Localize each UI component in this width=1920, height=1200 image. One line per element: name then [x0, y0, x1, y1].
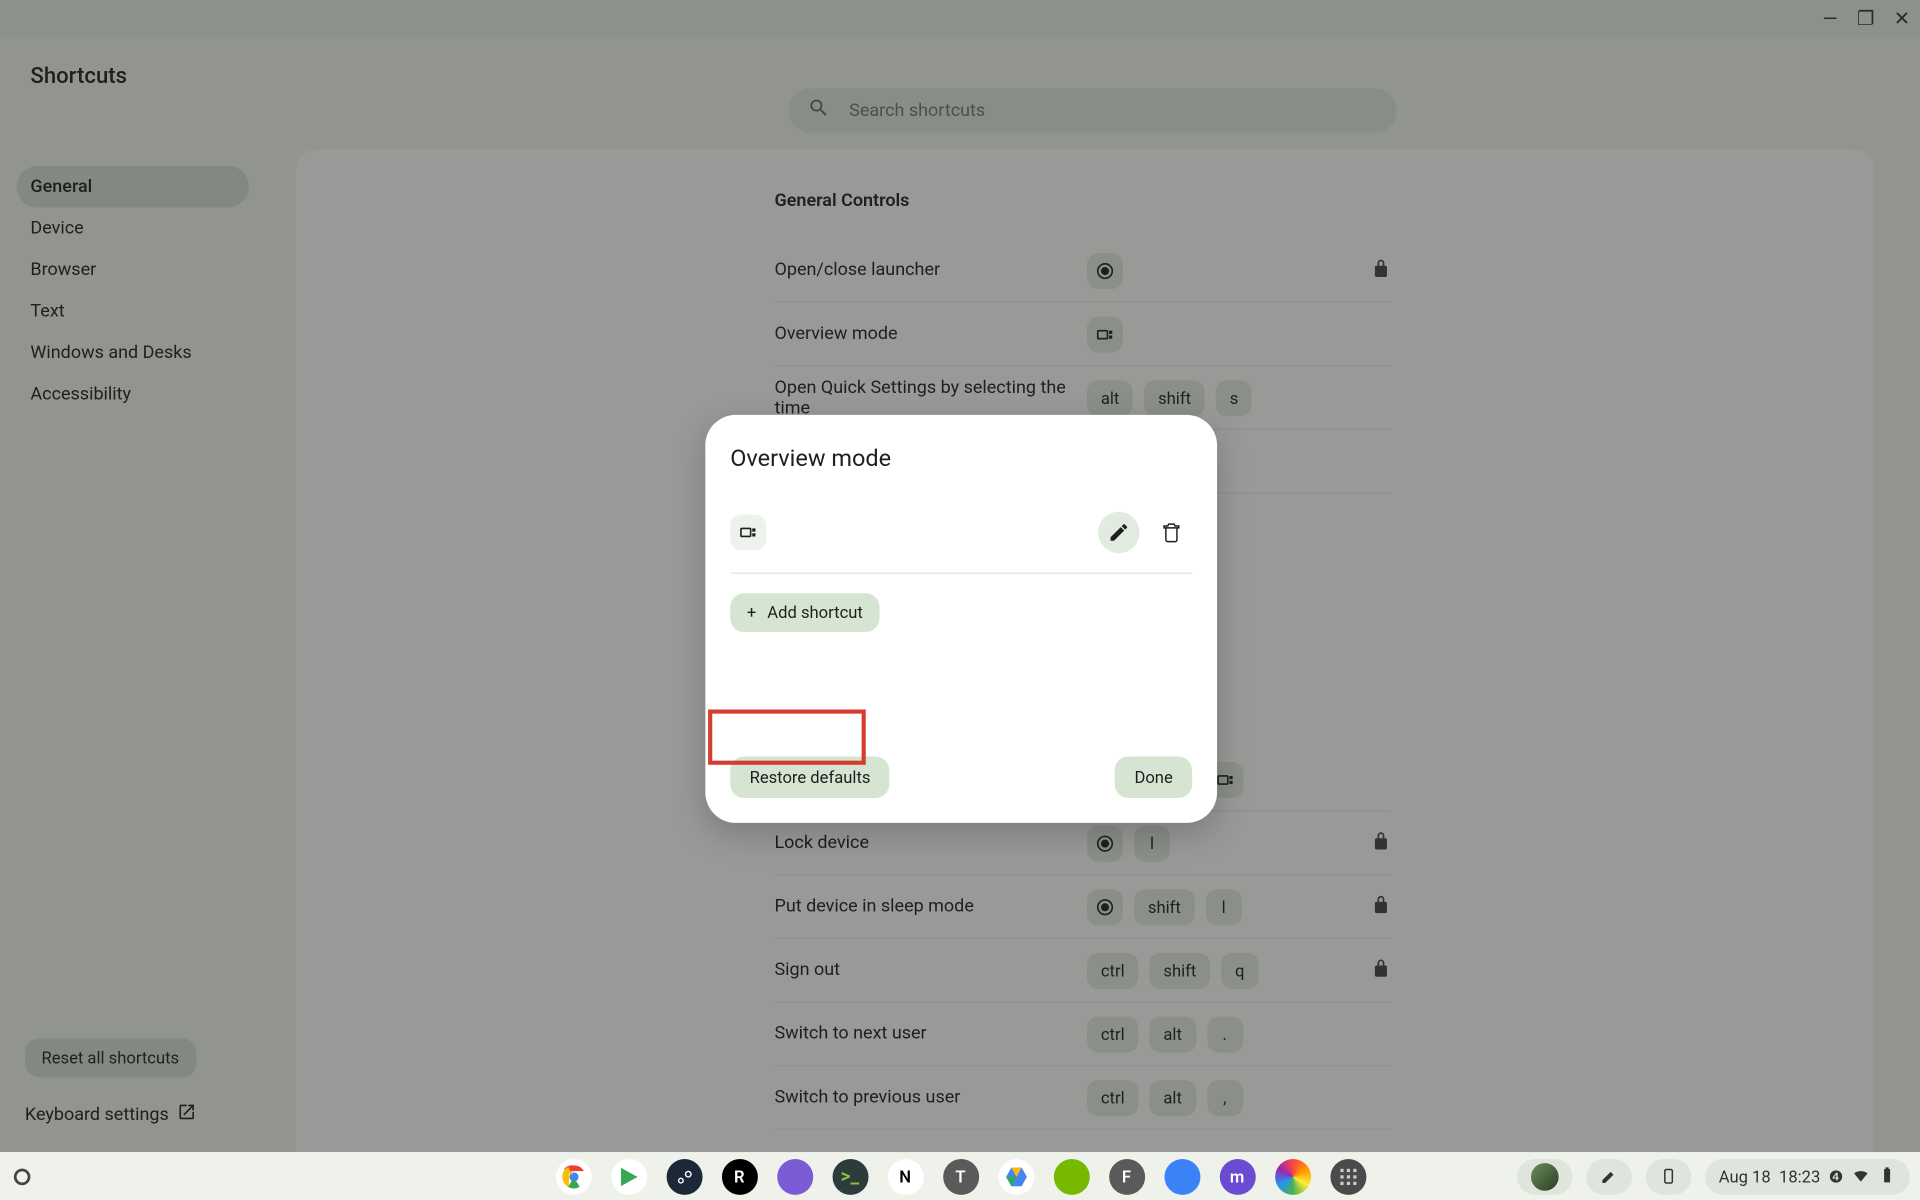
phone-hub[interactable]	[1645, 1158, 1691, 1194]
shelf-app-notion[interactable]: N	[887, 1158, 923, 1194]
shelf-app-f[interactable]: F	[1108, 1158, 1144, 1194]
edit-shortcut-button[interactable]	[1098, 512, 1139, 553]
restore-defaults-button[interactable]: Restore defaults	[730, 757, 890, 798]
shelf-app-drive[interactable]	[998, 1158, 1034, 1194]
status-tray[interactable]: Aug 18 18:23 ❹	[1705, 1158, 1910, 1194]
launcher-button[interactable]	[14, 1168, 31, 1185]
shelf-app-steam[interactable]	[666, 1158, 702, 1194]
done-button[interactable]: Done	[1115, 757, 1192, 798]
plus-icon: +	[747, 603, 756, 622]
wifi-icon	[1852, 1165, 1870, 1187]
shelf-app-r[interactable]: R	[721, 1158, 757, 1194]
shelf-app-play[interactable]	[611, 1158, 647, 1194]
shelf-app-m[interactable]: m	[1219, 1158, 1255, 1194]
shelf-app-grid[interactable]	[1330, 1158, 1366, 1194]
add-shortcut-button[interactable]: + Add shortcut	[730, 593, 879, 632]
shelf-app-nvidia[interactable]	[1053, 1158, 1089, 1194]
account-avatar[interactable]	[1517, 1158, 1572, 1194]
shelf: R >_ NT Fm Aug 18 18:23 ❹	[0, 1152, 1920, 1200]
shelf-app-rainbow[interactable]	[1274, 1158, 1310, 1194]
shelf-app-blue[interactable]	[1164, 1158, 1200, 1194]
shelf-app-purple[interactable]	[777, 1158, 813, 1194]
shortcut-edit-dialog: Overview mode + Add shortcut Restore def…	[705, 415, 1217, 823]
shelf-app-t[interactable]: T	[943, 1158, 979, 1194]
battery-icon	[1878, 1165, 1896, 1187]
shelf-app-chrome[interactable]	[555, 1158, 591, 1194]
shelf-app-terminal[interactable]: >_	[832, 1158, 868, 1194]
overview-key-icon	[730, 514, 766, 550]
dialog-title: Overview mode	[730, 445, 1192, 473]
stylus-tools[interactable]	[1586, 1158, 1632, 1194]
delete-shortcut-button[interactable]	[1151, 512, 1192, 553]
notification-count-icon: ❹	[1829, 1167, 1844, 1186]
